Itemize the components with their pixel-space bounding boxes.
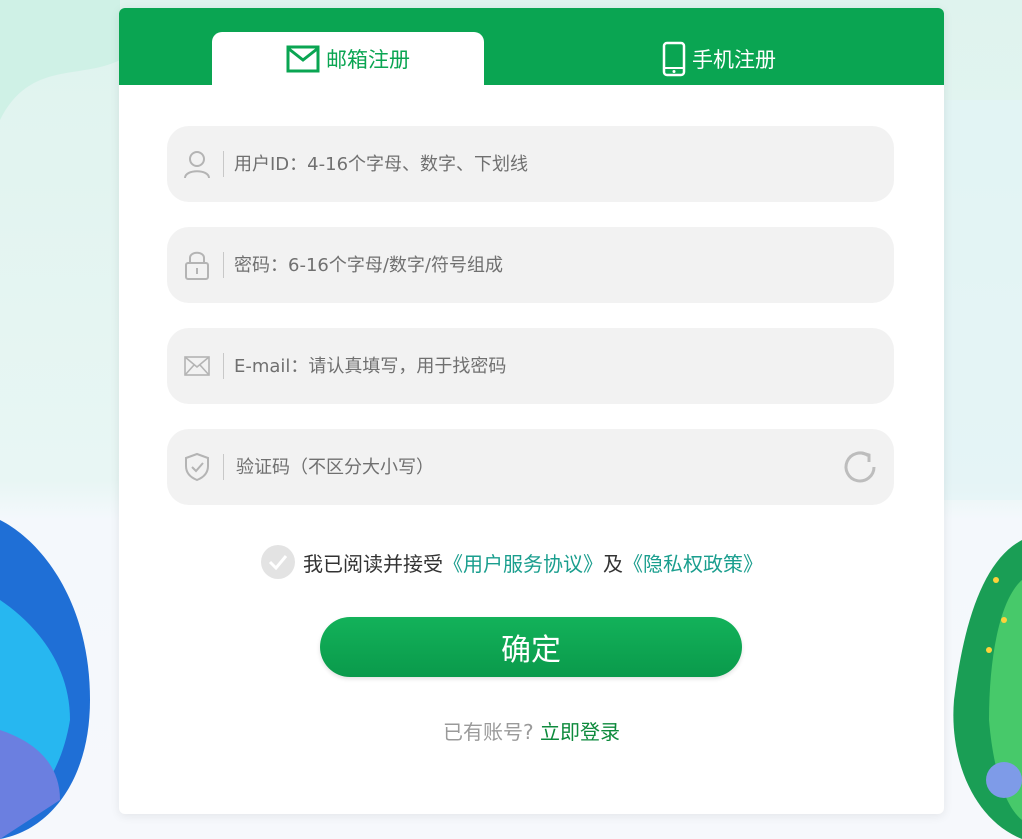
privacy-policy-link[interactable]: 《隐私权政策》 <box>623 548 763 577</box>
agreement-and: 及 <box>603 551 623 576</box>
tab-email-label: 邮箱注册 <box>326 47 410 72</box>
user-id-field <box>167 126 894 202</box>
agreement-checkbox[interactable] <box>261 545 295 579</box>
mail-icon <box>286 45 320 72</box>
email-input[interactable] <box>234 355 794 377</box>
envelope-icon <box>181 350 213 382</box>
user-icon <box>181 148 213 180</box>
email-field <box>167 328 894 404</box>
tab-phone-label: 手机注册 <box>692 47 776 72</box>
check-icon <box>268 555 288 570</box>
captcha-field <box>167 429 894 505</box>
tab-bar: 邮箱注册 手机注册 <box>119 8 944 85</box>
tab-phone-register[interactable]: 手机注册 <box>589 32 849 85</box>
captcha-input[interactable] <box>236 456 796 478</box>
password-input[interactable] <box>234 254 794 276</box>
lock-icon <box>181 249 213 281</box>
phone-icon <box>662 41 686 76</box>
agreement-row: 我已阅读并接受 《用户服务协议》 及 《隐私权政策》 <box>261 544 763 580</box>
background-decoration-left <box>0 0 120 839</box>
agreement-text: 我已阅读并接受 <box>303 551 443 576</box>
field-separator <box>223 454 224 480</box>
submit-button[interactable]: 确定 <box>320 617 742 677</box>
user-id-input[interactable] <box>234 153 794 175</box>
field-separator <box>223 151 224 177</box>
field-separator <box>223 353 224 379</box>
login-prompt: 已有账号? <box>443 720 534 744</box>
shield-check-icon <box>181 451 213 483</box>
background-decoration-right <box>944 100 1022 839</box>
password-field <box>167 227 894 303</box>
register-card: 邮箱注册 手机注册 用户ID：4-16个字母、数字、下划线 E-mail：请认真… <box>119 8 944 814</box>
refresh-icon[interactable] <box>840 447 880 487</box>
login-row: 已有账号? 立即登录 <box>119 716 944 745</box>
tab-email-register[interactable]: 邮箱注册 <box>212 32 484 85</box>
login-link[interactable]: 立即登录 <box>540 720 620 744</box>
field-separator <box>223 252 224 278</box>
service-agreement-link[interactable]: 《用户服务协议》 <box>443 548 603 577</box>
